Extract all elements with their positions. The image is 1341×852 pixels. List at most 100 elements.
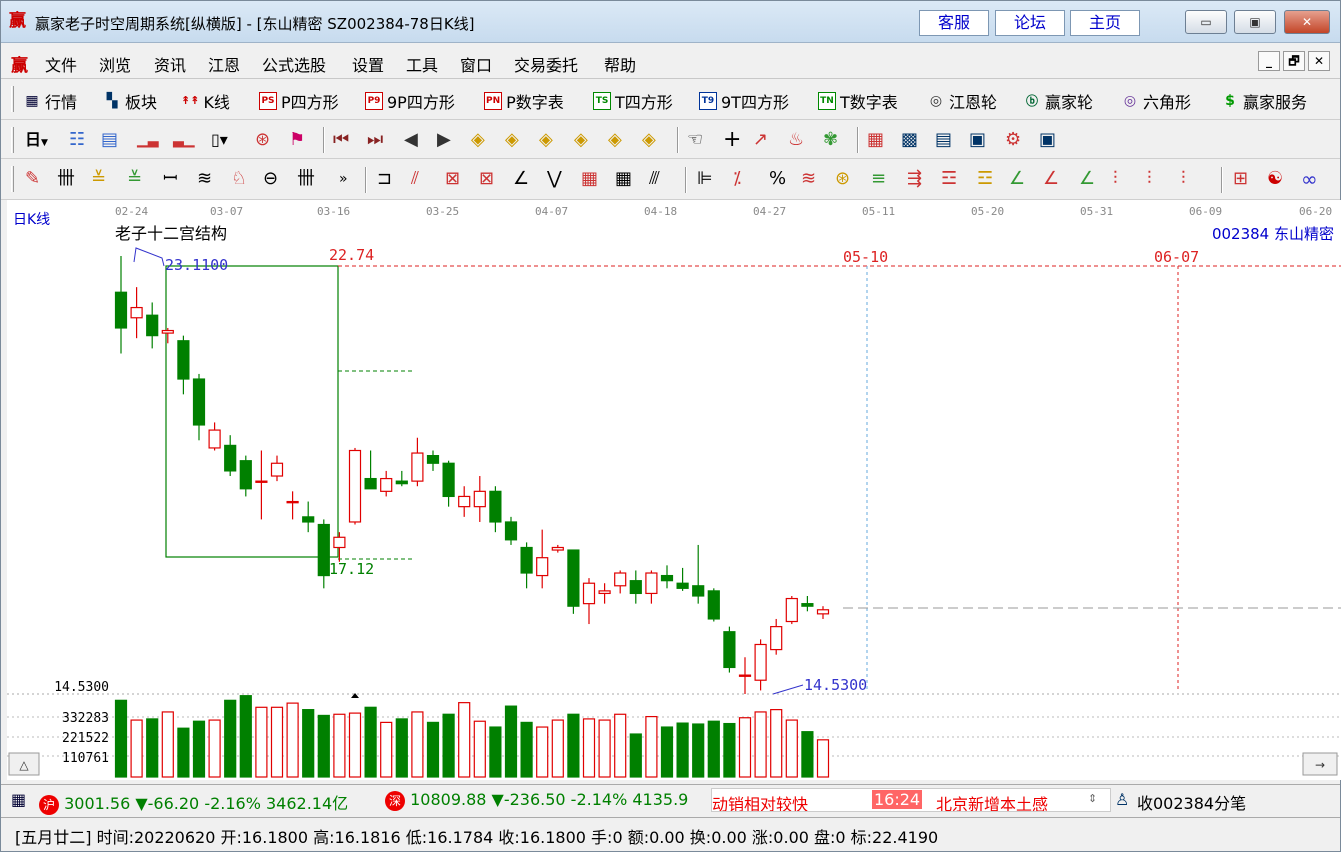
- toolbar-hexagon-button[interactable]: ◎ 六角形: [1121, 89, 1191, 113]
- toolbar-grip[interactable]: [11, 86, 14, 112]
- zoom-in-icon[interactable]: ◈: [574, 130, 588, 150]
- save-icon[interactable]: ▣: [969, 130, 986, 150]
- kline-chart[interactable]: 日K线 老子十二宫结构 002384 东山精密 02-24 03-07 03-16 0…: [7, 200, 1341, 780]
- candle-chart-icon[interactable]: ☷: [69, 130, 85, 150]
- window-grid-icon[interactable]: ⊞: [1233, 169, 1248, 189]
- puzzle-icon[interactable]: ✾: [823, 130, 838, 150]
- percent-lines-icon[interactable]: ≋: [801, 169, 816, 189]
- gann-fan-icon[interactable]: ⫽: [411, 169, 419, 189]
- shrink-left-icon[interactable]: ◈: [471, 130, 485, 150]
- flag-icon[interactable]: ⚑: [289, 130, 305, 150]
- level-lines-icon[interactable]: ꟷ: [163, 169, 178, 189]
- news-ticker[interactable]: 动销相对较快 16:24 北京新增本土感 ⇕: [711, 788, 1111, 812]
- sh-index[interactable]: 沪 3001.56 ▼-66.20 -2.16% 3462.14亿: [39, 790, 348, 815]
- forum-link[interactable]: 论坛: [995, 10, 1065, 36]
- calculator-icon[interactable]: ▩: [901, 130, 918, 150]
- parallel-lines-icon[interactable]: ⫻: [649, 169, 660, 189]
- speed-lines-3-icon[interactable]: ⫶: [1181, 169, 1186, 189]
- first-bar-icon[interactable]: ⏮: [333, 130, 349, 150]
- toolbar-9t-square-button[interactable]: T9 9T四方形: [699, 89, 789, 113]
- more-tools-icon[interactable]: »: [339, 169, 348, 189]
- angle-icon[interactable]: ∠: [513, 169, 529, 189]
- close-button[interactable]: ✕: [1284, 10, 1330, 34]
- menu-settings[interactable]: 设置: [352, 52, 384, 76]
- toolbar-t-square-button[interactable]: TS T四方形: [593, 89, 673, 113]
- vertical-lines-icon[interactable]: 卌: [297, 169, 315, 189]
- crosshair-icon[interactable]: +: [723, 129, 741, 151]
- yin-yang-icon[interactable]: ☯: [1267, 169, 1283, 189]
- v-angle-icon[interactable]: ⋁: [547, 169, 562, 189]
- angle-lines-icon[interactable]: ∠: [1009, 169, 1025, 189]
- menu-browse[interactable]: 浏览: [99, 52, 131, 76]
- toolbar-gann-wheel-button[interactable]: ◎ 江恩轮: [927, 89, 997, 113]
- tick-detail-label[interactable]: 收002384分笔: [1137, 790, 1246, 814]
- menu-tools[interactable]: 工具: [406, 52, 438, 76]
- cycle-lines-icon[interactable]: ≋: [197, 169, 212, 189]
- printer-icon[interactable]: ▣: [1039, 130, 1056, 150]
- ruler-icon[interactable]: ⊫: [697, 169, 713, 189]
- toolbar-p-square-button[interactable]: PS P四方形: [259, 89, 339, 113]
- speed-lines-icon[interactable]: ⫶: [1113, 169, 1118, 189]
- ticker-spin-icon[interactable]: ⇕: [1088, 792, 1097, 805]
- grid-icon[interactable]: ▦: [11, 790, 26, 809]
- chart-canvas[interactable]: 日K线 老子十二宫结构 002384 东山精密 02-24 03-07 03-16 0…: [7, 200, 1341, 780]
- toolbar-grip[interactable]: [11, 166, 14, 192]
- toolbar-p-number-table-button[interactable]: PN P数字表: [484, 89, 564, 113]
- time-cycle-icon[interactable]: ⊛: [255, 130, 270, 150]
- menu-formula-select[interactable]: 公式选股: [262, 52, 326, 76]
- last-bar-icon[interactable]: ⏭: [367, 130, 383, 150]
- gold-level-2-icon[interactable]: ≚: [127, 169, 142, 189]
- hand-tool-icon[interactable]: ☜: [687, 130, 703, 150]
- arrow-lines-icon[interactable]: ⇶: [907, 169, 922, 189]
- sz-index[interactable]: 深 10809.88 ▼-236.50 -2.14% 4135.9: [385, 790, 688, 811]
- shrink-right-icon[interactable]: ◈: [505, 130, 519, 150]
- fan-icon[interactable]: ♘: [231, 169, 247, 189]
- speed-lines-2-icon[interactable]: ⫶: [1147, 169, 1152, 189]
- toolbar-winner-service-button[interactable]: $ 赢家服务: [1221, 89, 1307, 113]
- tools-icon[interactable]: ⚙: [1005, 130, 1021, 150]
- infinity-icon[interactable]: ∞: [1301, 169, 1318, 189]
- notepad-icon[interactable]: ▤: [935, 130, 952, 150]
- toolbar-quotes-button[interactable]: ▦ 行情: [23, 89, 77, 113]
- mdi-restore-button[interactable]: 🗗: [1283, 51, 1305, 71]
- toolbar-sectors-button[interactable]: ▚ 板块: [103, 89, 157, 113]
- angle-lines-2-icon[interactable]: ∠: [1043, 169, 1059, 189]
- menu-news[interactable]: 资讯: [154, 52, 186, 76]
- grid-box-2-icon[interactable]: ▦: [615, 169, 632, 189]
- up-bars-icon[interactable]: ▁▃: [137, 130, 159, 150]
- grid-box-icon[interactable]: ▦: [581, 169, 598, 189]
- expand-icon[interactable]: ◈: [539, 130, 553, 150]
- line-tool-icon[interactable]: ↗: [753, 130, 768, 150]
- toolbar-9p-square-button[interactable]: P9 9P四方形: [365, 89, 455, 113]
- period-dropdown[interactable]: 日▼: [25, 130, 48, 153]
- toolbar-grip[interactable]: [11, 127, 14, 153]
- single-candle-icon[interactable]: ▯▾: [211, 130, 228, 150]
- minimize-button[interactable]: ▭: [1185, 10, 1227, 34]
- toolbar-kline-button[interactable]: ↟↟ K线: [181, 89, 230, 113]
- fit-icon[interactable]: ◈: [642, 130, 656, 150]
- scroll-left-icon[interactable]: ◀: [404, 130, 418, 150]
- angle-lines-3-icon[interactable]: ∠: [1079, 169, 1095, 189]
- down-bars-icon[interactable]: ▃▁: [173, 130, 195, 150]
- gann-box-icon[interactable]: ⊠: [445, 169, 460, 189]
- menu-help[interactable]: 帮助: [604, 52, 636, 76]
- gold-circle-icon[interactable]: ⊛: [835, 169, 850, 189]
- document-icon[interactable]: ▤: [101, 130, 118, 150]
- gold-level-1-icon[interactable]: ≚: [91, 169, 106, 189]
- grid-lines-icon[interactable]: 卌: [57, 169, 75, 189]
- menu-gann[interactable]: 江恩: [208, 52, 240, 76]
- gift-icon[interactable]: ♨: [788, 130, 804, 150]
- homepage-link[interactable]: 主页: [1070, 10, 1140, 36]
- menu-window[interactable]: 窗口: [460, 52, 492, 76]
- percent-icon[interactable]: %: [769, 169, 786, 189]
- stack-icon[interactable]: ☲: [941, 169, 957, 189]
- toolbar-t-number-table-button[interactable]: TN T数字表: [818, 89, 898, 113]
- pencil-icon[interactable]: ✎: [25, 169, 40, 189]
- mdi-minimize-button[interactable]: _: [1258, 51, 1280, 71]
- circle-grid-icon[interactable]: ⊖: [263, 169, 278, 189]
- menu-trade[interactable]: 交易委托: [514, 52, 578, 76]
- scroll-right-icon[interactable]: ▶: [437, 130, 451, 150]
- menu-file[interactable]: 文件: [45, 52, 77, 76]
- zoom-out-icon[interactable]: ◈: [608, 130, 622, 150]
- mdi-close-button[interactable]: ✕: [1308, 51, 1330, 71]
